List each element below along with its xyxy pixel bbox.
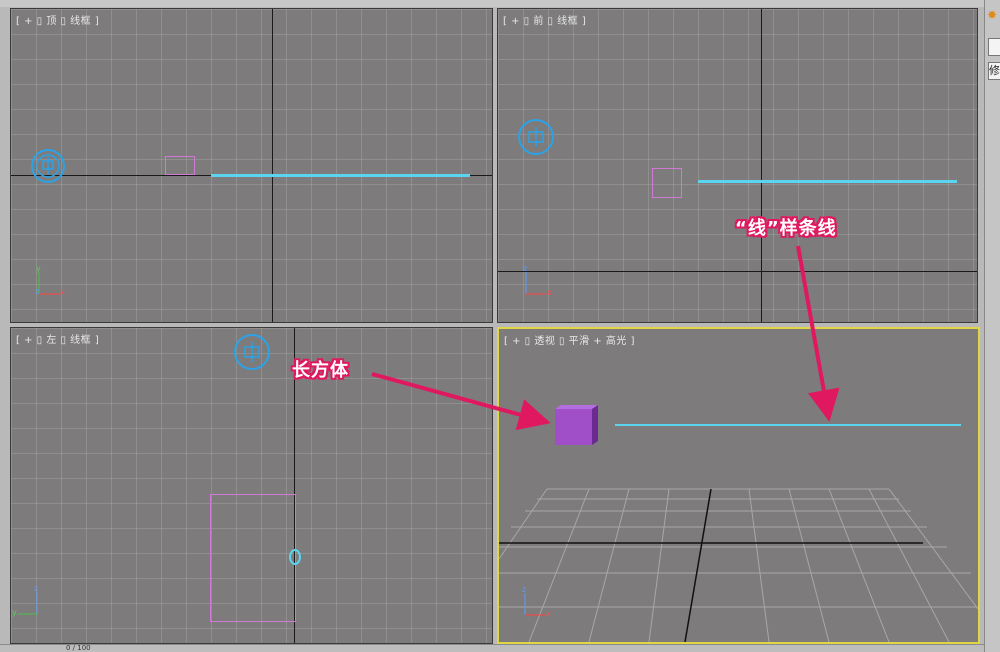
spline-line-object[interactable] [698,180,957,183]
axis-tripod: z x [519,585,559,623]
grid-axis-horizontal [498,271,977,272]
grid-axis-vertical [272,9,273,322]
axis-tripod: y z x [33,264,73,302]
viewport-top[interactable]: [ + ▯ 顶 ▯ 线框 ] y z x [10,8,493,323]
axis-label-y: y [36,264,41,273]
axis-label-z: z [35,287,40,296]
frame-counter: 0 / 100 [66,644,91,652]
box-object-3d[interactable] [552,403,602,449]
object-name-field[interactable] [988,38,1000,56]
spline-line-object[interactable] [615,424,961,426]
axis-label-z: z [34,584,39,593]
box-object-outline[interactable] [210,494,296,622]
viewport-front[interactable]: [ + ▯ 前 ▯ 线框 ] z x [497,8,978,323]
grid-axis-vertical [761,9,762,322]
annotation-box-label: 长方体 [292,360,349,381]
axis-label-y: y [12,608,17,617]
modifier-tab-char: 修 [989,64,1000,77]
axis-label-x: x [60,288,65,297]
max-workspace: [ + ▯ 顶 ▯ 线框 ] y z x [ + ▯ 前 ▯ 线框 ] z x … [0,0,1000,652]
command-panel: ✸ 修 [984,0,1000,652]
viewport-perspective[interactable]: [ + ▯ 透视 ▯ 平滑 + 高光 ] z x [497,327,980,644]
box-object-outline[interactable] [652,168,682,198]
camera-icon[interactable] [232,332,272,372]
camera-icon[interactable] [516,117,556,157]
sun-icon[interactable]: ✸ [987,8,997,22]
axis-label-z: z [522,585,527,594]
spline-line-object[interactable] [211,174,470,177]
axis-label-x: x [547,288,552,297]
spline-end-icon[interactable] [288,548,302,566]
viewport-top-label[interactable]: [ + ▯ 顶 ▯ 线框 ] [16,12,99,27]
perspective-grid [499,488,978,642]
axis-tripod-icon [17,592,38,615]
axis-label-z: z [523,264,528,273]
axis-label-x: x [546,609,551,618]
time-slider[interactable]: 0 / 100 [0,644,984,652]
axis-tripod: z x [520,264,560,302]
axis-tripod: z y [11,584,51,622]
viewport-left[interactable]: [ + ▯ 左 ▯ 线框 ] z y [10,327,493,644]
viewport-front-label[interactable]: [ + ▯ 前 ▯ 线框 ] [503,12,586,27]
annotation-spline-label: “线”样条线 [735,218,837,239]
camera-icon[interactable] [29,147,67,185]
modifier-list-dropdown[interactable]: 修 [988,62,1000,80]
viewport-left-label[interactable]: [ + ▯ 左 ▯ 线框 ] [16,331,99,346]
box-object-outline[interactable] [165,156,195,175]
top-toolbar-strip [0,0,984,7]
